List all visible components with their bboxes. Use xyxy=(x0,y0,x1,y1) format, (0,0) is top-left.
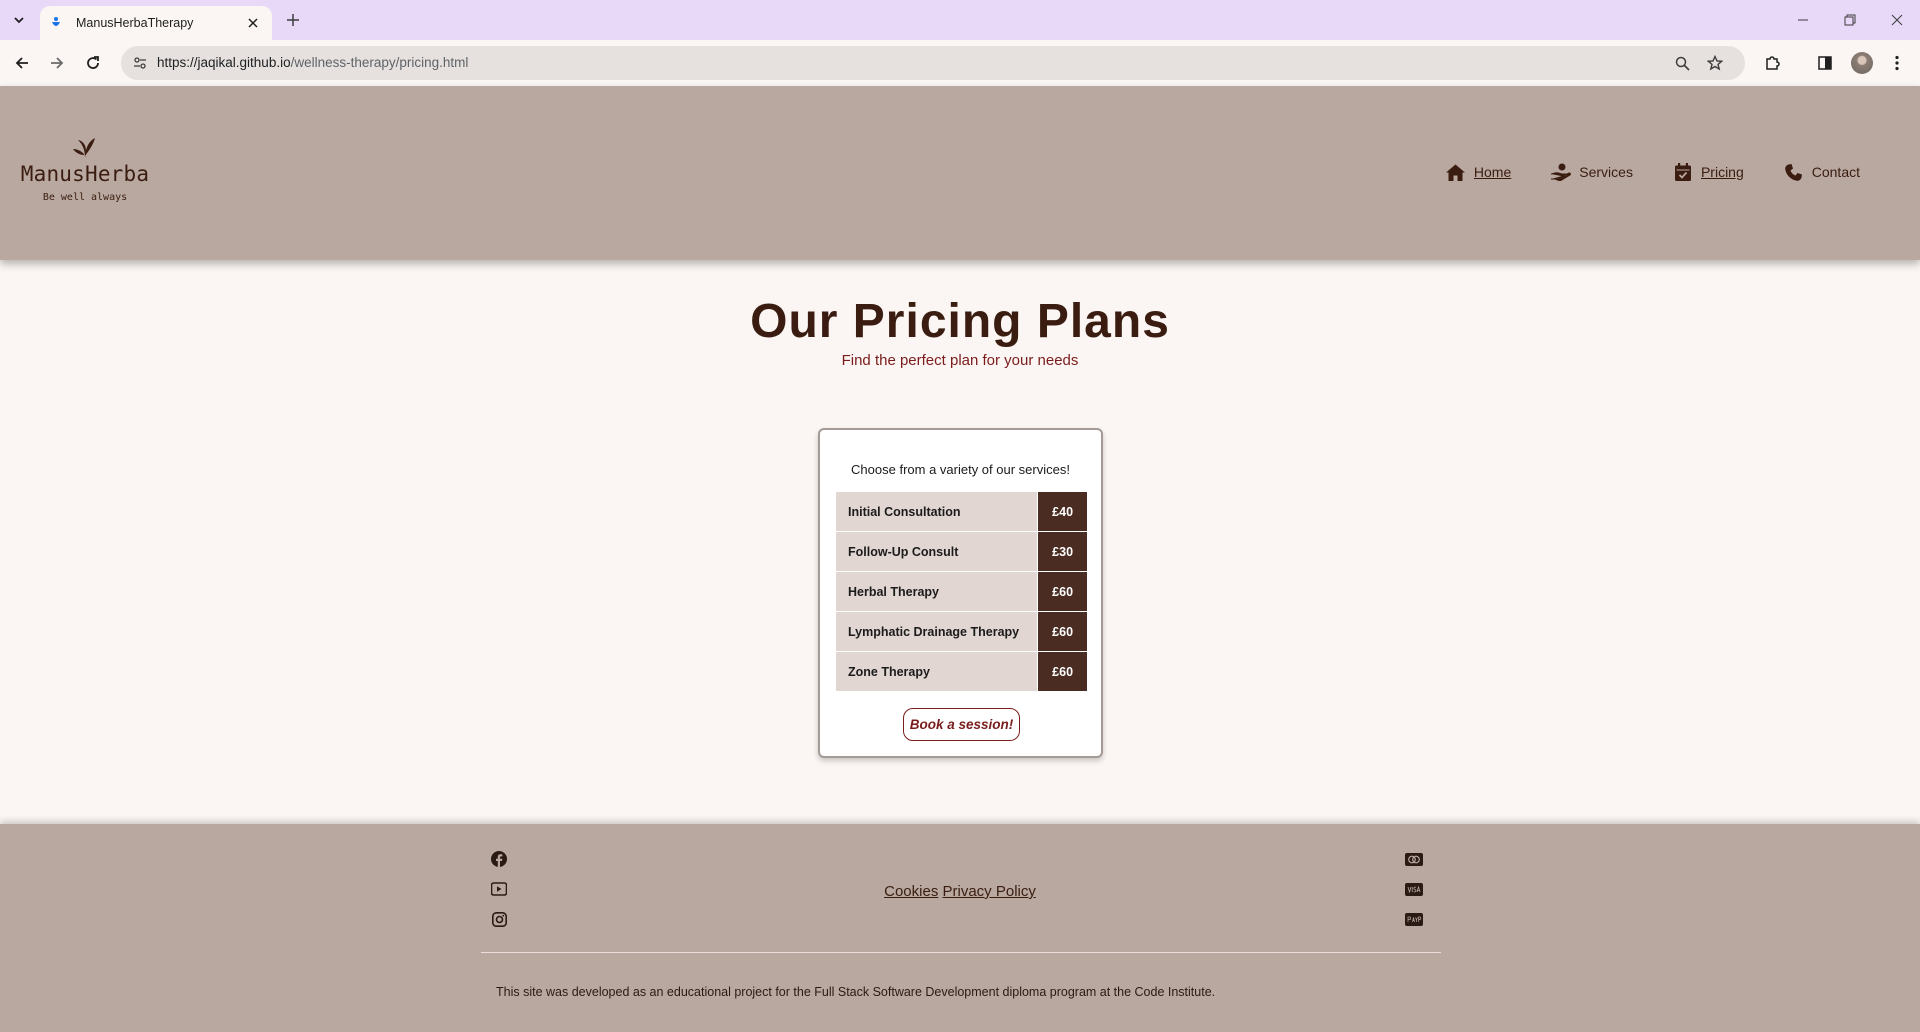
profile-avatar[interactable] xyxy=(1851,52,1873,74)
restore-button[interactable] xyxy=(1827,0,1873,40)
payment-methods xyxy=(1405,850,1423,928)
new-tab-button[interactable] xyxy=(282,9,304,31)
service-price: £60 xyxy=(1038,652,1087,691)
close-icon xyxy=(1891,14,1903,26)
browser-tab[interactable]: ManusHerbaTherapy xyxy=(40,6,272,40)
extensions-button[interactable] xyxy=(1759,50,1785,76)
nav-pricing[interactable]: Pricing xyxy=(1673,162,1744,182)
hand-icon xyxy=(1551,162,1572,182)
cookies-link[interactable]: Cookies xyxy=(884,883,938,900)
page-title: Our Pricing Plans xyxy=(750,295,1170,348)
brand-tagline: Be well always xyxy=(42,192,128,203)
service-name: Zone Therapy xyxy=(836,652,1038,691)
privacy-policy-link[interactable]: Privacy Policy xyxy=(943,883,1036,900)
legal-links: Cookies Privacy Policy xyxy=(0,883,1920,900)
service-price: £40 xyxy=(1038,492,1087,531)
minimize-button[interactable] xyxy=(1780,0,1826,40)
site-header: ManusHerba Be well always Home Services … xyxy=(0,86,1920,260)
browser-tab-strip: ManusHerbaTherapy xyxy=(0,0,1920,40)
arrow-right-icon xyxy=(51,57,64,69)
price-row: Lymphatic Drainage Therapy £60 xyxy=(836,612,1087,652)
puzzle-icon xyxy=(1766,56,1780,70)
service-name: Follow-Up Consult xyxy=(836,532,1038,571)
forward-button[interactable] xyxy=(44,50,70,76)
phone-icon xyxy=(1784,162,1804,182)
calendar-check-icon xyxy=(1673,162,1693,182)
service-price: £30 xyxy=(1038,532,1087,571)
tab-title: ManusHerbaTherapy xyxy=(76,16,194,30)
price-row: Initial Consultation £40 xyxy=(836,492,1087,532)
nav-services-label: Services xyxy=(1579,164,1633,180)
site-info-icon[interactable] xyxy=(131,54,149,72)
brand-name: ManusHerba xyxy=(20,162,150,186)
price-table: Initial Consultation £40 Follow-Up Consu… xyxy=(836,492,1087,692)
page-subtitle: Find the perfect plan for your needs xyxy=(841,352,1079,369)
facebook-icon[interactable] xyxy=(490,850,508,868)
plus-icon xyxy=(287,14,299,26)
arrow-left-icon xyxy=(15,57,28,69)
nav-contact-label: Contact xyxy=(1811,164,1860,180)
price-row: Zone Therapy £60 xyxy=(836,652,1087,692)
paypal-icon xyxy=(1405,910,1423,928)
mastercard-icon xyxy=(1405,850,1423,868)
tab-search-button[interactable] xyxy=(6,8,32,32)
leaf-icon xyxy=(73,138,95,158)
service-name: Initial Consultation xyxy=(836,492,1038,531)
book-session-button[interactable]: Book a session! xyxy=(903,708,1020,741)
main-nav: Home Services Pricing Contact xyxy=(1446,162,1860,182)
reload-icon xyxy=(87,56,99,69)
service-price: £60 xyxy=(1038,612,1087,651)
bookmark-star-icon[interactable] xyxy=(1706,54,1724,72)
footer-credit: This site was developed as an educationa… xyxy=(496,985,1216,999)
kebab-menu-icon xyxy=(1895,55,1899,71)
close-window-button[interactable] xyxy=(1874,0,1920,40)
nav-services[interactable]: Services xyxy=(1551,162,1633,182)
restore-icon xyxy=(1844,14,1856,26)
url-text: https://jaqikal.github.io/wellness-thera… xyxy=(157,55,468,70)
site-footer: Cookies Privacy Policy This site was dev… xyxy=(0,824,1920,1032)
favicon-icon xyxy=(50,16,64,30)
nav-home-label: Home xyxy=(1473,164,1512,180)
nav-pricing-label: Pricing xyxy=(1700,164,1744,180)
footer-divider xyxy=(481,952,1441,953)
house-icon xyxy=(1446,162,1466,182)
browser-menu-button[interactable] xyxy=(1884,50,1910,76)
minimize-icon xyxy=(1798,19,1808,21)
zoom-icon[interactable] xyxy=(1673,54,1691,72)
back-button[interactable] xyxy=(9,50,35,76)
service-name: Lymphatic Drainage Therapy xyxy=(836,612,1038,651)
visa-icon xyxy=(1405,880,1423,898)
brand-logo[interactable]: ManusHerba Be well always xyxy=(20,134,150,203)
browser-toolbar: https://jaqikal.github.io/wellness-thera… xyxy=(0,40,1920,86)
nav-contact[interactable]: Contact xyxy=(1784,162,1860,182)
main-content: Our Pricing Plans Find the perfect plan … xyxy=(0,260,1920,824)
side-panel-button[interactable] xyxy=(1812,50,1838,76)
price-row: Herbal Therapy £60 xyxy=(836,572,1087,612)
pricing-card: Choose from a variety of our services! I… xyxy=(818,428,1103,758)
pricing-intro: Choose from a variety of our services! xyxy=(851,462,1070,477)
instagram-icon[interactable] xyxy=(490,910,508,928)
url-host: https://jaqikal.github.io xyxy=(157,55,291,70)
side-panel-icon xyxy=(1818,56,1832,70)
reload-button[interactable] xyxy=(80,50,106,76)
nav-home[interactable]: Home xyxy=(1446,162,1511,182)
close-tab-icon[interactable] xyxy=(244,14,262,32)
address-bar[interactable]: https://jaqikal.github.io/wellness-thera… xyxy=(121,46,1745,80)
service-price: £60 xyxy=(1038,572,1087,611)
url-path: /wellness-therapy/pricing.html xyxy=(290,55,469,70)
service-name: Herbal Therapy xyxy=(836,572,1038,611)
price-row: Follow-Up Consult £30 xyxy=(836,532,1087,572)
chevron-down-icon xyxy=(14,17,24,24)
